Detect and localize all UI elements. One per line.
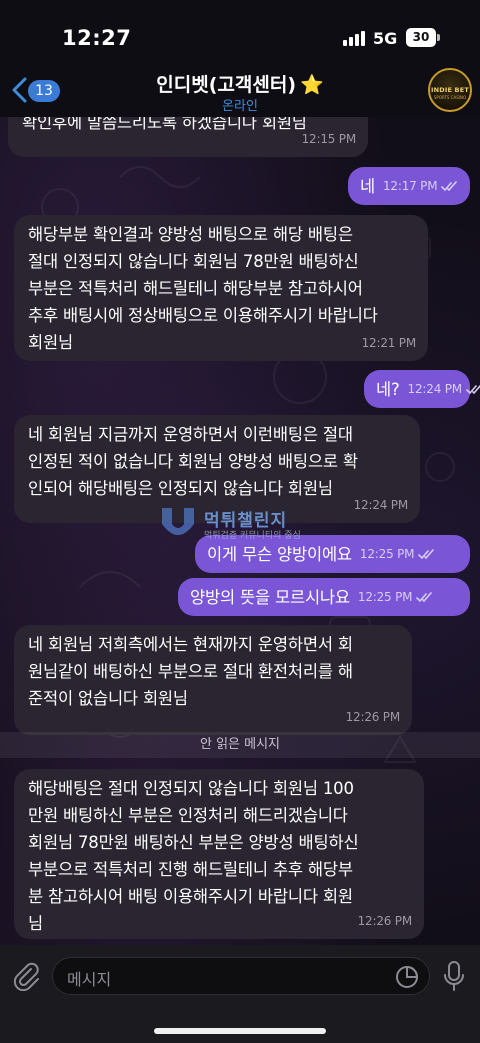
mic-icon[interactable] (442, 960, 466, 992)
sticker-icon[interactable] (395, 965, 419, 989)
chat-status: 온라인 (222, 99, 258, 114)
watermark-logo-icon (162, 508, 194, 535)
message-meta: 12:24 PM (408, 376, 480, 403)
battery-tip (437, 34, 440, 41)
message-bubble-incoming[interactable]: 해당부분 확인결과 양방성 배팅으로 해당 배팅은 절대 인정되지 않습니다 회… (14, 215, 428, 361)
message-text: 네 회원님 저희측에서는 현재까지 운영하면서 회 원님같이 배팅하신 부분으로… (28, 635, 353, 708)
attach-icon[interactable] (12, 961, 40, 991)
message-text: 네 회원님 지금까지 운영하면서 이런배팅은 절대 인정된 적이 없습니다 회원… (28, 425, 358, 498)
status-time: 12:27 (62, 26, 132, 50)
message-bubble-outgoing[interactable]: 네? 12:24 PM (364, 370, 480, 408)
home-indicator (154, 1028, 326, 1034)
chat-area[interactable]: 확인후에 말씀드리도록 하겠습니다 회원님 12:15 PM 네 12:17 P… (0, 117, 480, 945)
watermark: 먹튀챌린지 먹튀검증 커뮤니티의 중심 (160, 504, 320, 544)
avatar[interactable]: INDIE BET SPORTS CASINO (428, 68, 472, 112)
message-time: 12:25 PM (359, 546, 415, 561)
message-bubble-incoming[interactable]: 네 회원님 저희측에서는 현재까지 운영하면서 회 원님같이 배팅하신 부분으로… (14, 625, 412, 735)
double-check-icon (441, 180, 458, 191)
message-meta: 12:17 PM (383, 173, 459, 200)
avatar-logo-text: INDIE BET (430, 86, 469, 94)
signal-icon (343, 31, 365, 46)
message-time: 12:24 PM (353, 498, 409, 512)
message-time: 12:17 PM (382, 178, 438, 193)
battery-icon: 30 (406, 28, 436, 47)
double-check-icon (418, 548, 435, 559)
message-input[interactable]: 메시지 (52, 957, 430, 995)
message-time: 12:15 PM (301, 132, 357, 146)
message-input-placeholder: 메시지 (67, 970, 112, 989)
avatar-logo-subtext: SPORTS CASINO (433, 95, 467, 100)
message-text: 해당배팅은 절대 인정되지 않습니다 회원님 100 만원 배팅하신 부분은 인… (28, 779, 359, 933)
message-text: 네? (376, 379, 400, 399)
chat-header: 13 인디벳(고객센터) ⭐ 온라인 INDIE BET SPORTS CASIN… (0, 62, 480, 117)
message-bubble-outgoing[interactable]: 양방의 뜻을 모르시나요 12:25 PM (178, 578, 470, 616)
message-meta: 12:25 PM (360, 541, 436, 568)
message-text: 이게 무슨 양방이에요 (207, 544, 352, 564)
message-time: 12:26 PM (345, 710, 401, 724)
message-time: 12:25 PM (357, 589, 413, 604)
double-check-icon (466, 384, 480, 394)
message-text: 네 (360, 176, 375, 196)
double-check-icon (416, 591, 433, 602)
unread-messages-divider: 안 읽은 메시지 (0, 732, 480, 758)
watermark-subtitle: 먹튀검증 커뮤니티의 중심 (204, 531, 301, 541)
message-time: 12:21 PM (361, 336, 417, 350)
message-meta: 12:25 PM (358, 584, 434, 611)
network-type: 5G (373, 29, 398, 48)
message-time: 12:26 PM (357, 914, 413, 928)
message-text: 해당부분 확인결과 양방성 배팅으로 해당 배팅은 절대 인정되지 않습니다 회… (28, 225, 378, 352)
message-input-bar: 메시지 (0, 945, 480, 1043)
chat-title[interactable]: 인디벳(고객센터) ⭐ (0, 70, 480, 97)
message-bubble-incoming[interactable]: 확인후에 말씀드리도록 하겠습니다 회원님 12:15 PM (8, 117, 368, 157)
message-time: 12:24 PM (407, 381, 463, 396)
chat-title-text: 인디벳(고객센터) (156, 74, 297, 96)
star-icon: ⭐ (300, 74, 324, 96)
message-bubble-outgoing[interactable]: 네 12:17 PM (348, 167, 470, 205)
message-bubble-incoming[interactable]: 해당배팅은 절대 인정되지 않습니다 회원님 100 만원 배팅하신 부분은 인… (14, 769, 424, 939)
message-text: 양방의 뜻을 모르시나요 (190, 587, 350, 607)
